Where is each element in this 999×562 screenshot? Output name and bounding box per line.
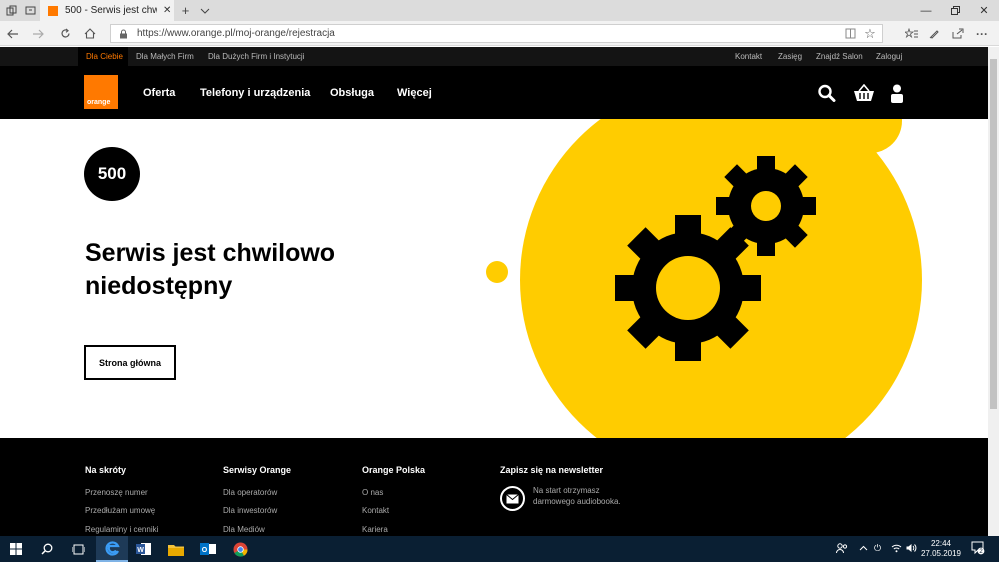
home-page-button[interactable]: Strona główna (84, 345, 176, 380)
power-plug-icon[interactable]: ⏻ (874, 543, 881, 554)
gears-illustration (486, 119, 922, 438)
favorites-hub-icon[interactable] (902, 25, 920, 42)
search-icon[interactable] (817, 84, 837, 102)
error-content: 500 Serwis jest chwilowo niedostępny Str… (0, 119, 988, 438)
browser-toolbar: https://www.orange.pl/moj-orange/rejestr… (0, 21, 999, 46)
back-icon[interactable] (4, 25, 22, 42)
utility-link-zasieg[interactable]: Zasięg (778, 52, 802, 61)
browser-tab-strip: 500 - Serwis jest chwilo ✕ + — ✕ (0, 0, 999, 21)
clock-date: 27.05.2019 (920, 549, 962, 558)
system-clock[interactable]: 22:44 27.05.2019 (918, 539, 964, 559)
windows-taskbar: W O ⏻ 22:44 27.05.2019 2 (0, 536, 999, 562)
wifi-icon[interactable] (891, 543, 902, 556)
error-heading-line-2: niedostępny (85, 272, 233, 300)
browser-tab[interactable]: 500 - Serwis jest chwilo ✕ (40, 0, 174, 21)
footer-heading-serwisy: Serwisy Orange (223, 465, 292, 475)
small-dot (486, 261, 508, 283)
error-code-badge: 500 (84, 147, 140, 201)
page-scrollbar[interactable] (988, 47, 999, 536)
site-footer: Na skróty Przenoszę numer Przedłużam umo… (0, 438, 988, 536)
small-gear-icon (716, 156, 816, 256)
tab-list-chevron-icon[interactable] (196, 2, 213, 19)
forward-icon[interactable] (29, 25, 47, 42)
footer-link[interactable]: Dla inwestorów (223, 506, 277, 515)
segment-link-dla-ciebie[interactable]: Dla Ciebie (86, 52, 123, 61)
site-segment-bar: Dla Ciebie Dla Małych Firm Dla Dużych Fi… (0, 47, 988, 66)
tray-chevron-up-icon[interactable] (859, 543, 868, 554)
logo-text: orange (87, 99, 111, 106)
refresh-icon[interactable] (56, 25, 74, 42)
utility-link-kontakt[interactable]: Kontakt (735, 52, 762, 61)
utility-link-znajdz-salon[interactable]: Znajdź Salon (816, 52, 863, 61)
favorite-star-icon[interactable]: ☆ (861, 25, 879, 42)
maximize-icon[interactable] (946, 2, 964, 19)
share-icon[interactable] (949, 25, 967, 42)
nav-item-oferta[interactable]: Oferta (143, 87, 175, 99)
envelope-icon[interactable] (500, 486, 525, 511)
footer-link[interactable]: Kariera (362, 525, 388, 534)
segment-link-male-firmy[interactable]: Dla Małych Firm (136, 52, 194, 61)
nav-item-obsluga[interactable]: Obsługa (330, 87, 374, 99)
newsletter-text-line-2: darmowego audiobooka. (533, 497, 621, 506)
footer-link[interactable]: Przenoszę numer (85, 488, 148, 497)
footer-link[interactable]: Przedłużam umowę (85, 506, 155, 515)
scrollbar-thumb[interactable] (990, 59, 997, 409)
error-heading-line-1: Serwis jest chwilowo (85, 239, 336, 267)
address-bar[interactable]: https://www.orange.pl/moj-orange/rejestr… (110, 24, 883, 43)
nav-item-wiecej[interactable]: Więcej (397, 87, 432, 99)
outlook-icon[interactable]: O (192, 536, 224, 562)
search-taskbar-icon[interactable] (31, 536, 63, 562)
home-icon[interactable] (81, 25, 99, 42)
nav-item-telefony[interactable]: Telefony i urządzenia (200, 87, 310, 99)
close-tab-icon[interactable]: ✕ (163, 5, 171, 16)
edge-browser-icon[interactable] (96, 536, 128, 562)
footer-link[interactable]: Dla Mediów (223, 525, 265, 534)
utility-link-zaloguj[interactable]: Zaloguj (876, 52, 902, 61)
footer-link[interactable]: Dla operatorów (223, 488, 277, 497)
footer-heading-newsletter: Zapisz się na newsletter (500, 465, 604, 475)
lock-icon (120, 29, 127, 38)
new-tab-icon[interactable]: + (177, 2, 194, 19)
minimize-icon[interactable]: — (917, 2, 935, 19)
more-icon[interactable]: ··· (973, 25, 991, 42)
reading-view-icon[interactable] (841, 25, 859, 42)
newsletter-text-line-1: Na start otrzymasz (533, 486, 600, 495)
svg-text:W: W (137, 547, 144, 554)
tab-actions-icon[interactable] (3, 2, 20, 19)
orange-favicon-icon (48, 5, 58, 16)
footer-link[interactable]: Regulaminy i cenniki (85, 525, 158, 534)
basket-icon[interactable] (853, 83, 874, 102)
chrome-icon[interactable] (224, 536, 256, 562)
svg-text:O: O (202, 547, 208, 554)
error-heading: Serwis jest chwilowo niedostępny (85, 237, 415, 303)
volume-icon[interactable] (906, 543, 917, 556)
segment-link-duze-firmy[interactable]: Dla Dużych Firm i Instytucji (208, 52, 304, 61)
main-navigation: orange Oferta Telefony i urządzenia Obsł… (0, 66, 988, 119)
footer-link[interactable]: Kontakt (362, 506, 389, 515)
set-aside-tabs-icon[interactable] (22, 2, 39, 19)
user-icon[interactable] (889, 84, 909, 103)
clock-time: 22:44 (930, 539, 952, 548)
pen-icon[interactable] (925, 25, 943, 42)
people-icon[interactable] (836, 543, 848, 557)
start-windows-icon[interactable] (0, 536, 32, 562)
footer-heading-na-skroty: Na skróty (85, 465, 127, 475)
notifications-icon[interactable]: 2 (971, 541, 985, 558)
close-window-icon[interactable]: ✕ (975, 2, 993, 19)
footer-link[interactable]: O nas (362, 488, 383, 497)
word-icon[interactable]: W (128, 536, 160, 562)
url-text: https://www.orange.pl/moj-orange/rejestr… (137, 28, 335, 39)
footer-heading-orange-polska: Orange Polska (362, 465, 426, 475)
file-explorer-icon[interactable] (160, 536, 192, 562)
tab-title: 500 - Serwis jest chwilo (65, 5, 157, 16)
orange-logo[interactable]: orange (84, 75, 118, 109)
task-view-icon[interactable] (62, 536, 94, 562)
